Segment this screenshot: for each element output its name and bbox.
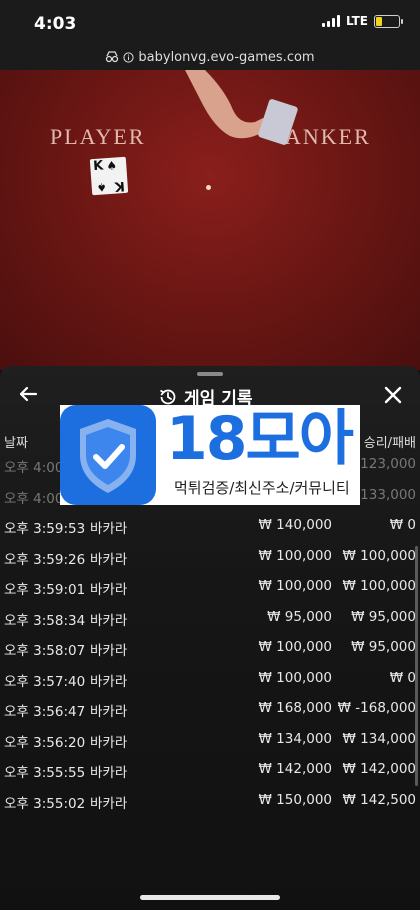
browser-url-bar[interactable]: babylonvg.evo-games.com <box>0 44 420 70</box>
row-result: ₩ -168,000 <box>337 700 416 716</box>
row-game: 바카라 <box>90 551 128 568</box>
drag-handle[interactable] <box>197 372 223 376</box>
row-time: 오후 3:58:07 <box>4 643 86 659</box>
status-bar: 4:03 LTE <box>0 0 420 44</box>
history-row[interactable]: 오후 3:57:40 바카라 ₩ 100,000 ₩ 0 <box>0 664 420 695</box>
history-row[interactable]: 오후 3:56:20 바카라 ₩ 134,000 ₩ 134,000 <box>0 725 420 756</box>
table-marker <box>206 185 211 190</box>
row-game: 바카라 <box>90 643 128 659</box>
row-time: 오후 3:55:55 <box>4 765 86 781</box>
history-row[interactable]: 오후 3:58:34 바카라 ₩ 95,000 ₩ 95,000 <box>0 603 420 634</box>
row-time: 오후 3:57:40 <box>4 673 86 690</box>
live-dealer-video: PLAYER ANKER K ♠ K ♠ <box>0 70 420 370</box>
info-icon[interactable] <box>123 51 135 63</box>
close-button[interactable] <box>384 384 402 408</box>
history-row[interactable]: 오후 3:59:53 바카라 ₩ 140,000 ₩ 0 <box>0 511 420 542</box>
row-game: 바카라 <box>90 612 128 629</box>
row-time: 오후 4:00 <box>4 490 64 507</box>
history-row[interactable]: 오후 3:59:01 바카라 ₩ 100,000 ₩ 100,000 <box>0 572 420 603</box>
site-settings-icon[interactable] <box>105 51 119 63</box>
row-game: 바카라 <box>90 704 128 720</box>
status-indicators: LTE <box>321 14 403 28</box>
row-time: 오후 3:55:02 <box>4 795 86 812</box>
row-time: 오후 3:59:01 <box>4 582 86 598</box>
row-result: ₩ 95,000 <box>351 608 416 625</box>
column-header-date[interactable]: 날짜 <box>4 432 28 451</box>
row-result: ₩ 95,000 <box>351 639 416 655</box>
back-button[interactable] <box>18 384 38 408</box>
row-time: 오후 3:56:20 <box>4 734 86 751</box>
home-indicator[interactable] <box>140 895 280 900</box>
row-bet: ₩ 150,000 <box>258 791 332 808</box>
playing-card: K ♠ K ♠ <box>89 156 129 196</box>
watermark-ad-banner[interactable]: 18모아 먹튀검증/최신주소/커뮤니티 <box>60 405 360 505</box>
row-bet: ₩ 168,000 <box>258 700 332 716</box>
url-text[interactable]: babylonvg.evo-games.com <box>138 50 314 65</box>
row-result: 123,000 <box>360 456 416 472</box>
row-bet: ₩ 140,000 <box>258 517 332 533</box>
ad-title: 18모아 <box>166 404 354 474</box>
row-bet: ₩ 134,000 <box>258 730 332 747</box>
row-result: ₩ 0 <box>389 517 416 533</box>
row-bet: ₩ 100,000 <box>258 669 332 686</box>
row-result: ₩ 100,000 <box>342 547 416 564</box>
card-rank: K <box>92 158 104 175</box>
network-type: LTE <box>345 14 368 28</box>
shield-check-icon <box>60 405 156 505</box>
column-header-result[interactable]: 승리/패배 <box>364 432 416 451</box>
history-row[interactable]: 오후 3:58:07 바카라 ₩ 100,000 ₩ 95,000 <box>0 633 420 664</box>
card-suit: ♠ <box>105 158 118 174</box>
row-bet: ₩ 100,000 <box>258 578 332 594</box>
card-suit-bottom: ♠ <box>96 180 108 194</box>
history-row[interactable]: 오후 3:55:02 바카라 ₩ 150,000 ₩ 142,500 <box>0 786 420 817</box>
row-bet: ₩ 100,000 <box>258 639 332 655</box>
card-rank-bottom: K <box>114 177 126 194</box>
status-time: 4:03 <box>34 14 77 34</box>
row-bet: ₩ 95,000 <box>267 608 332 625</box>
row-result: ₩ 142,000 <box>342 761 416 777</box>
row-result: 133,000 <box>360 486 416 503</box>
row-game: 바카라 <box>90 673 128 690</box>
row-time: 오후 3:58:34 <box>4 612 86 629</box>
history-row[interactable]: 오후 3:56:47 바카라 ₩ 168,000 ₩ -168,000 <box>0 694 420 725</box>
row-bet: ₩ 100,000 <box>258 547 332 564</box>
row-time: 오후 4:00 <box>4 460 64 476</box>
row-time: 오후 3:59:53 <box>4 521 86 537</box>
row-game: 바카라 <box>90 765 128 781</box>
row-game: 바카라 <box>90 734 128 751</box>
row-game: 바카라 <box>90 795 128 812</box>
battery-icon <box>374 14 403 28</box>
row-game: 바카라 <box>90 582 128 598</box>
row-time: 오후 3:56:47 <box>4 704 86 720</box>
row-time: 오후 3:59:26 <box>4 551 86 568</box>
history-row[interactable]: 오후 3:59:26 바카라 ₩ 100,000 ₩ 100,000 <box>0 542 420 573</box>
row-result: ₩ 100,000 <box>342 578 416 594</box>
dealer-hand <box>185 70 298 145</box>
ad-subtitle: 먹튀검증/최신주소/커뮤니티 <box>174 479 350 497</box>
cellular-signal-icon <box>321 15 340 27</box>
close-icon[interactable] <box>384 386 402 404</box>
row-game: 바카라 <box>90 521 128 537</box>
arrow-left-icon[interactable] <box>18 384 38 404</box>
row-result: ₩ 142,500 <box>342 791 416 808</box>
history-row[interactable]: 오후 3:55:55 바카라 ₩ 142,000 ₩ 142,000 <box>0 755 420 786</box>
row-result: ₩ 134,000 <box>342 730 416 747</box>
row-result: ₩ 0 <box>389 669 416 686</box>
player-table-label: PLAYER <box>50 124 146 149</box>
row-bet: ₩ 142,000 <box>258 761 332 777</box>
scrollbar[interactable] <box>415 546 418 786</box>
